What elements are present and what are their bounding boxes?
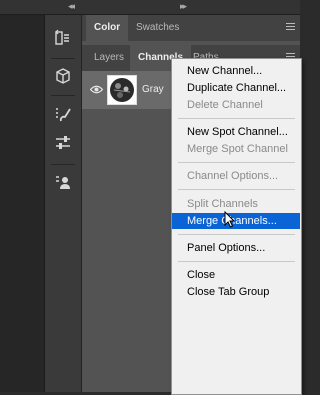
channel-thumbnail — [107, 75, 137, 105]
toolstrip-divider — [51, 95, 75, 96]
toolstrip-divider — [51, 58, 75, 59]
menu-separator — [178, 234, 295, 235]
canvas-area — [0, 15, 44, 392]
tab-swatches[interactable]: Swatches — [128, 15, 187, 41]
menu-separator — [178, 261, 295, 262]
panel-dock-header: ◂◂ ▸▸ — [0, 0, 300, 15]
menu-item-split-channels: Split Channels — [187, 198, 258, 210]
adjustments-icon[interactable] — [50, 130, 76, 156]
visibility-eye-icon[interactable] — [89, 85, 104, 97]
channel-name: Gray — [142, 84, 164, 95]
tab-color[interactable]: Color — [86, 15, 129, 41]
menu-separator — [178, 162, 295, 163]
properties-icon[interactable] — [50, 170, 76, 196]
menu-item-merge-channels[interactable]: Merge Channels... — [172, 213, 300, 229]
channels-context-menu: New Channel... Duplicate Channel... Dele… — [171, 58, 302, 395]
panel-icon-strip — [45, 15, 82, 392]
menu-item-new-spot-channel[interactable]: New Spot Channel... — [172, 124, 300, 140]
menu-item-channel-options: Channel Options... — [187, 170, 279, 182]
color-tab-bar: Color Swatches — [82, 15, 300, 41]
toolstrip-divider — [51, 164, 75, 165]
menu-item-new-channel[interactable]: New Channel... — [172, 63, 300, 79]
panel-menu-icon[interactable] — [286, 23, 295, 31]
menu-item-duplicate-channel[interactable]: Duplicate Channel... — [172, 80, 300, 96]
menu-item-delete-channel: Delete Channel — [187, 99, 263, 111]
mouse-pointer-icon — [224, 210, 236, 231]
3d-cube-icon[interactable] — [50, 63, 76, 89]
menu-item-close[interactable]: Close — [172, 267, 300, 283]
menu-item-close-tab-group[interactable]: Close Tab Group — [172, 284, 300, 300]
brush-settings-icon[interactable] — [50, 102, 76, 128]
menu-item-merge-spot-channel: Merge Spot Channel — [187, 143, 288, 155]
tab-layers[interactable]: Layers — [86, 45, 132, 71]
menu-separator — [178, 189, 295, 190]
collapse-left-icon[interactable]: ◂◂ — [68, 1, 75, 12]
collapse-right-icon[interactable]: ▸▸ — [180, 1, 187, 12]
history-icon[interactable] — [50, 25, 76, 51]
menu-item-panel-options[interactable]: Panel Options... — [172, 240, 300, 256]
menu-separator — [178, 118, 295, 119]
